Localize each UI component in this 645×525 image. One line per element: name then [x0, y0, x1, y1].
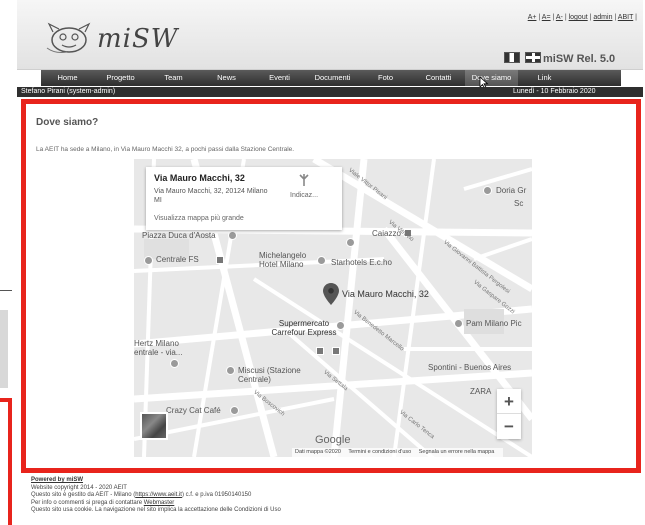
place-title: Via Mauro Macchi, 32 — [154, 173, 245, 183]
map-label-duca: Piazza Duca d'Aosta — [142, 231, 216, 240]
restaurant-poi-icon — [226, 366, 235, 375]
cookie-notice: Questo sito usa cookie. La navigazione n… — [31, 507, 281, 513]
site-footer: Powered by miSW Website copyright 2014 -… — [31, 477, 281, 515]
webmaster-link[interactable]: Webmaster — [144, 500, 175, 506]
hotel-icon — [483, 186, 492, 195]
contact-prefix: Per info o commenti si prega di contatta… — [31, 499, 144, 506]
map-label-sc: Sc — [514, 199, 524, 208]
bus-stop-icon — [332, 347, 340, 355]
terms-link[interactable]: Termini e condizioni d'uso — [348, 449, 411, 455]
font-decrease-link[interactable]: A- — [556, 14, 563, 21]
managed-prefix: Questo sito è gestito da AEIT - Milano ( — [31, 492, 136, 498]
map-label-centrale: Centrale FS — [156, 255, 199, 264]
marker-label: Via Mauro Macchi, 32 — [342, 289, 429, 299]
page: miSW A+ | A= | A- | logout | admin | ABI… — [17, 0, 643, 525]
nav-item-dove-siamo[interactable]: Dove siamo — [465, 70, 518, 86]
background-window-fragment — [0, 310, 8, 388]
parking-icon — [316, 347, 324, 355]
map-data-credit: Dati mappa ©2020 — [295, 449, 341, 455]
nav-item-news[interactable]: News — [200, 70, 253, 86]
background-highlight-fragment — [0, 398, 12, 525]
map-label-pam: Pam Milano Pic — [466, 319, 522, 328]
managed-by-line: Questo sito è gestito da AEIT - Milano (… — [31, 492, 281, 500]
map-label-supermercato: Supermercato Carrefour Express — [271, 319, 337, 337]
nav-item-link[interactable]: Link — [518, 70, 571, 86]
map-label-crazycat: Crazy Cat Café — [166, 406, 221, 415]
nav-item-team[interactable]: Team — [147, 70, 200, 86]
map-label-miscusi: Miscusi (Stazione Centrale) — [238, 366, 301, 384]
map-label-spontini: Spontini - Buenos Aires — [428, 363, 512, 372]
contact-line: Per info o commenti si prega di contatta… — [31, 500, 281, 508]
font-reset-link[interactable]: A= — [542, 14, 551, 21]
nav-item-contatti[interactable]: Contatti — [412, 70, 465, 86]
directions-icon[interactable] — [297, 173, 311, 187]
logo-text: miSW — [97, 24, 179, 54]
nav-item-foto[interactable]: Foto — [359, 70, 412, 86]
map-label-zara: ZARA — [470, 387, 492, 396]
map-marker-icon[interactable] — [323, 283, 339, 305]
uk-flag-icon[interactable] — [525, 52, 541, 63]
hotel-icon — [317, 256, 326, 265]
zoom-out-button[interactable]: − — [497, 414, 521, 439]
poi-icon — [144, 256, 153, 265]
google-logo: Google — [315, 434, 351, 446]
main-nav: Home Progetto Team News Eventi Documenti… — [41, 70, 621, 86]
aeit-link[interactable]: https://www.aeit.it — [135, 492, 182, 498]
top-links: A+ | A= | A- | logout | admin | ABIT | — [527, 14, 637, 21]
shop-icon — [336, 321, 345, 330]
language-flags — [504, 52, 541, 63]
page-title: Dove siamo? — [36, 117, 99, 128]
managed-suffix: ) c.f. e p.iva 01950140150 — [181, 492, 252, 498]
nav-item-documenti[interactable]: Documenti — [306, 70, 359, 86]
site-logo[interactable]: miSW — [45, 18, 195, 58]
map-label-doria: Doria Gr — [496, 186, 527, 195]
release-label: miSW Rel. 5.0 — [543, 53, 616, 65]
map-label-michelangelo: Michelangelo Hotel Milano — [259, 251, 307, 269]
admin-link[interactable]: admin — [593, 14, 612, 21]
nav-item-eventi[interactable]: Eventi — [253, 70, 306, 86]
embedded-map[interactable]: Piazza Duca d'Aosta Centrale FS Michelan… — [134, 159, 532, 457]
directions-link[interactable]: Indicaz... — [290, 192, 318, 199]
zoom-control: + − — [497, 389, 521, 439]
italian-flag-icon[interactable] — [504, 52, 520, 63]
satellite-toggle[interactable] — [140, 412, 168, 440]
nav-item-home[interactable]: Home — [41, 70, 94, 86]
background-window-edge — [0, 290, 12, 291]
map-label-hertz: Hertz Milano entrale - via... — [134, 339, 183, 357]
poi-icon — [170, 359, 179, 368]
zoom-in-button[interactable]: + — [497, 389, 521, 414]
logged-user: Stefano Pirani (system-admin) — [21, 88, 116, 95]
powered-by-link[interactable]: Powered by miSW — [31, 477, 83, 483]
hotel-icon — [346, 238, 355, 247]
shop-icon — [454, 319, 463, 328]
train-station-icon — [216, 256, 224, 264]
abit-link[interactable]: ABIT — [618, 14, 633, 21]
map-label-starhotels: Starhotels E.c.ho — [331, 258, 392, 267]
report-error-link[interactable]: Segnala un errore nella mappa — [419, 449, 495, 455]
font-increase-link[interactable]: A+ — [528, 14, 537, 21]
status-bar: Stefano Pirani (system-admin) Lunedì - 1… — [17, 87, 643, 97]
place-address: Via Mauro Macchi, 32, 20124 Milano MI — [154, 188, 268, 204]
place-info-card: Via Mauro Macchi, 32 Via Mauro Macchi, 3… — [146, 167, 342, 230]
current-date: Lunedì - 10 Febbraio 2020 — [513, 88, 596, 95]
copyright-text: Website copyright 2014 - 2020 AEIT — [31, 484, 127, 491]
logout-link[interactable]: logout — [569, 14, 588, 21]
cafe-icon — [230, 406, 239, 415]
logo-mascot-icon — [46, 22, 91, 53]
content-panel: Dove siamo? La AEIT ha sede a Milano, in… — [21, 99, 641, 473]
nav-item-progetto[interactable]: Progetto — [94, 70, 147, 86]
map-attribution: Dati mappa ©2020 Termini e condizioni d'… — [292, 448, 504, 457]
intro-text: La AEIT ha sede a Milano, in Via Mauro M… — [36, 146, 295, 153]
poi-icon — [228, 231, 237, 240]
site-header: miSW A+ | A= | A- | logout | admin | ABI… — [17, 0, 643, 70]
larger-map-link[interactable]: Visualizza mappa più grande — [154, 215, 244, 222]
